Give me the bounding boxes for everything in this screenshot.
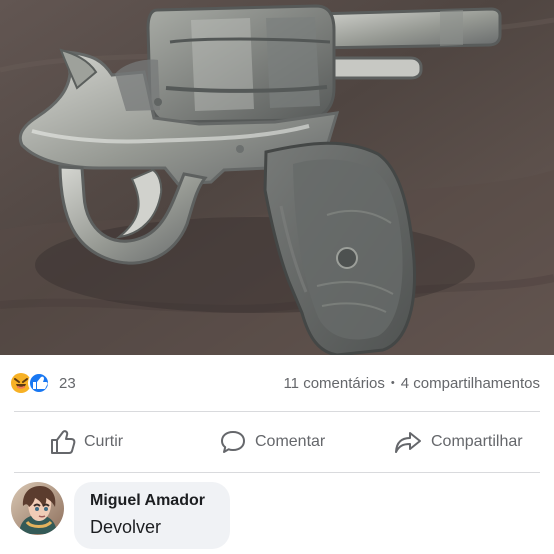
reactions-summary[interactable]: 23 11 comentários • 4 compartilhamentos [0, 355, 554, 411]
comment-bubble[interactable]: Miguel Amador Devolver [74, 482, 230, 549]
like-reaction-icon [28, 372, 50, 394]
share-count-link[interactable]: 4 compartilhamentos [401, 375, 540, 392]
comment-author-name[interactable]: Miguel Amador [90, 492, 216, 510]
comment-text: Devolver [90, 517, 162, 537]
like-label: Curtir [84, 433, 124, 450]
post-image[interactable] [0, 0, 554, 355]
comment-label: Comentar [255, 433, 326, 450]
thumbs-up-icon [51, 430, 76, 454]
comment-section: Miguel Amador Devolver [0, 473, 554, 554]
reaction-icons[interactable] [10, 372, 54, 394]
reaction-count[interactable]: 23 [59, 375, 76, 392]
post-actions: Curtir Comentar Compartilhar [0, 412, 554, 472]
share-button[interactable]: Compartilhar [393, 422, 523, 462]
revolver-photo [0, 0, 554, 355]
comment-button[interactable]: Comentar [219, 422, 325, 462]
engagement-counts: 11 comentários • 4 compartilhamentos [283, 375, 540, 392]
separator-dot: • [390, 377, 395, 389]
like-button[interactable]: Curtir [48, 422, 123, 462]
share-arrow-icon [395, 432, 421, 453]
facebook-post: 23 11 comentários • 4 compartilhamentos Cu… [0, 0, 554, 554]
share-label: Compartilhar [431, 433, 523, 450]
comment-count-link[interactable]: 11 comentários [283, 375, 384, 392]
commenter-avatar[interactable] [11, 482, 64, 535]
anime-avatar-image [11, 482, 64, 535]
reaction-badges [11, 372, 50, 394]
comment-icon [221, 431, 245, 453]
